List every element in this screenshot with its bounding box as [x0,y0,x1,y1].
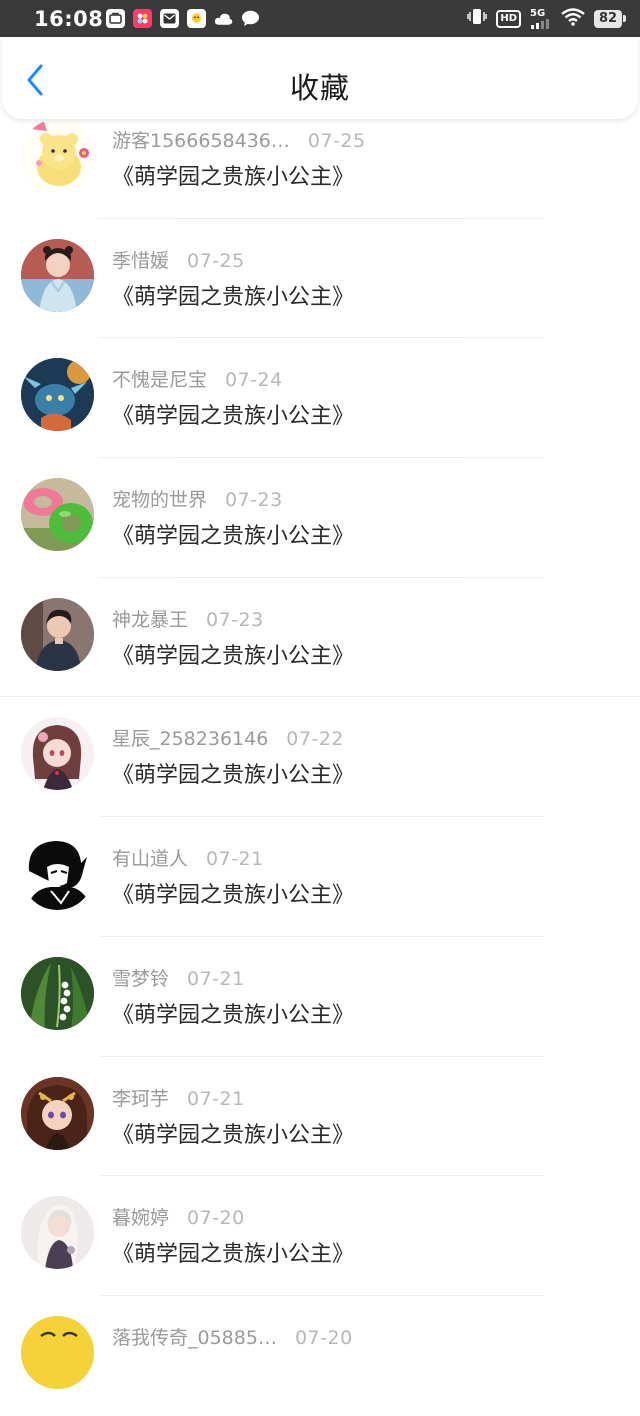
book-title[interactable]: 《萌学园之贵族小公主》 [112,518,354,550]
item-date: 07-24 [225,369,283,392]
list-item[interactable]: 宠物的世界 07-23 《萌学园之贵族小公主》 [0,458,640,578]
avatar[interactable] [21,597,94,671]
status-bar: 16:08 HD 5G 82 [0,0,640,37]
item-meta: 有山道人 07-21 [112,844,264,871]
list-item[interactable]: 雪梦铃 07-21 《萌学园之贵族小公主》 [0,937,640,1057]
item-meta: 星辰_258236146 07-22 [112,724,344,751]
status-right-icons: HD 5G 82 [467,7,626,30]
chat-app-icon [187,9,206,28]
item-date: 07-25 [187,249,245,272]
username[interactable]: 星辰_258236146 [112,724,268,751]
vibrate-icon [467,8,488,29]
book-title[interactable]: 《萌学园之贵族小公主》 [112,279,354,311]
book-title[interactable]: 《萌学园之贵族小公主》 [112,1117,354,1149]
avatar[interactable] [21,717,94,791]
nav-bar: 收藏 [2,37,638,119]
notification-icons [106,9,260,28]
shopping-app-icon [106,9,125,28]
username[interactable]: 落我传奇_05885… [112,1323,277,1350]
item-meta: 宠物的世界 07-23 [112,485,283,512]
item-date: 07-23 [225,489,283,512]
avatar[interactable] [21,1076,94,1150]
network-type: 5G [530,7,546,19]
item-meta: 暮婉婷 07-20 [112,1203,245,1230]
book-title[interactable]: 《萌学园之贵族小公主》 [112,997,354,1029]
book-title[interactable]: 《萌学园之贵族小公主》 [112,159,354,191]
avatar[interactable] [21,358,94,432]
item-meta: 神龙暴王 07-23 [112,605,264,632]
hd-badge: HD [496,9,521,28]
list-item[interactable]: 季惜媛 07-25 《萌学园之贵族小公主》 [0,219,640,339]
book-title[interactable]: 《萌学园之贵族小公主》 [112,1236,354,1268]
username[interactable]: 宠物的世界 [112,485,207,512]
list-item[interactable]: 星辰_258236146 07-22 《萌学园之贵族小公主》 [0,697,640,818]
username[interactable]: 暮婉婷 [112,1203,169,1230]
item-date: 07-20 [187,1207,245,1230]
mail-icon [160,9,179,28]
item-date: 07-21 [187,967,245,990]
cellular-signal: 5G [530,7,552,29]
item-meta: 不愧是尼宝 07-24 [112,365,283,392]
item-date: 07-23 [206,608,264,631]
username[interactable]: 不愧是尼宝 [112,365,207,392]
status-time: 16:08 [34,6,104,31]
photo-app-icon [133,9,152,28]
item-meta: 落我传奇_05885… 07-20 [112,1323,353,1350]
avatar[interactable] [21,238,94,312]
list-item[interactable]: 不愧是尼宝 07-24 《萌学园之贵族小公主》 [0,338,640,459]
item-date: 07-22 [286,728,345,751]
avatar[interactable] [21,1196,94,1270]
list-item[interactable]: 暮婉婷 07-20 《萌学园之贵族小公主》 [0,1176,640,1296]
username[interactable]: 游客1566658436… [112,126,290,153]
item-date: 07-21 [206,848,264,871]
book-title[interactable]: 《萌学园之贵族小公主》 [112,398,354,430]
item-date: 07-20 [294,1326,353,1349]
item-date: 07-21 [187,1087,245,1110]
book-title[interactable]: 《萌学园之贵族小公主》 [112,638,354,670]
item-meta: 季惜媛 07-25 [112,246,245,273]
page-title: 收藏 [289,71,350,105]
battery-level: 82 [594,9,622,28]
wifi-icon [561,7,585,30]
list-item[interactable]: 落我传奇_05885… 07-20 [0,1296,640,1416]
list-item[interactable]: 李珂芋 07-21 《萌学园之贵族小公主》 [0,1057,640,1177]
cloud-icon [214,9,233,28]
avatar[interactable] [21,837,94,911]
username[interactable]: 有山道人 [112,844,188,871]
list-item[interactable]: 神龙暴王 07-23 《萌学园之贵族小公主》 [0,578,640,698]
item-meta: 雪梦铃 07-21 [112,964,245,991]
list-item[interactable]: 有山道人 07-21 《萌学园之贵族小公主》 [0,817,640,937]
item-date: 07-25 [307,130,366,152]
avatar[interactable] [21,478,94,552]
favorites-list: 游客1566658436… 07-25 《萌学园之贵族小公主》 季惜媛 07-2… [0,99,640,1416]
username[interactable]: 雪梦铃 [112,964,169,991]
book-title[interactable]: 《萌学园之贵族小公主》 [112,877,354,909]
item-meta: 游客1566658436… 07-25 [112,126,366,153]
avatar[interactable] [21,119,94,192]
username[interactable]: 季惜媛 [112,246,169,273]
book-title[interactable]: 《萌学园之贵族小公主》 [112,757,354,789]
username[interactable]: 神龙暴王 [112,605,188,632]
battery-indicator: 82 [594,9,626,28]
message-bubble-icon [241,9,260,28]
username[interactable]: 李珂芋 [112,1084,169,1111]
item-meta: 李珂芋 07-21 [112,1084,245,1111]
avatar[interactable] [21,956,94,1030]
avatar[interactable] [21,1315,94,1389]
